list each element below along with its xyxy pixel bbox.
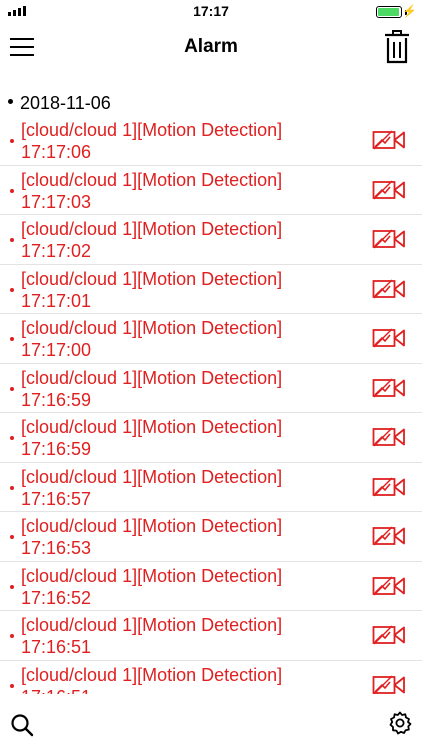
alarm-text: [cloud/cloud 1][Motion Detection] 17:17:0…: [21, 169, 282, 213]
alarm-bullet: [10, 485, 14, 490]
alarm-time: 17:17:01: [21, 290, 92, 311]
alarm-time: 17:17:06: [21, 142, 92, 162]
alarm-source: [cloud/cloud 1][Motion Detection]: [21, 169, 283, 190]
date-group-header: 2018-11-06: [0, 90, 422, 116]
alarm-text: [cloud/cloud 1][Motion Detection]17:16:5…: [21, 466, 282, 510]
alarm-row[interactable]: [cloud/cloud 1][Motion Detection]17:16:5…: [0, 463, 422, 512]
video-playback-icon[interactable]: [372, 327, 406, 349]
alarm-row[interactable]: [cloud/cloud 1][Motion Detection]17:16:5…: [0, 413, 422, 463]
video-playback-icon[interactable]: [372, 278, 406, 300]
alarm-text: [cloud/cloud 1][Motion Detection]17:16:5…: [21, 664, 282, 695]
status-bar: 17:17 ⚡: [0, 0, 422, 24]
alarm-source: [cloud/cloud 1][Motion Detection]: [21, 318, 283, 338]
alarm-bullet: [10, 386, 14, 391]
alarm-source: [cloud/cloud 1][Motion Detection]: [21, 367, 283, 388]
alarm-text: [cloud/cloud 1][Motion Detection] 17:17:0…: [21, 317, 282, 361]
alarm-text: [cloud/cloud 1][Motion Detection]17:16:5…: [21, 515, 282, 559]
alarm-source: [cloud/cloud 1][Motion Detection]: [21, 664, 283, 685]
alarm-text: [cloud/cloud 1][Motion Detection] 17:17:0…: [21, 218, 282, 262]
alarm-text: [cloud/cloud 1][Motion Detection]17:16:5…: [21, 416, 282, 460]
alarm-time: 17:17:00: [21, 340, 92, 360]
alarm-time: 17:17:02: [21, 241, 92, 261]
search-icon[interactable]: [10, 713, 34, 737]
alarm-bullet: [10, 287, 14, 292]
alarm-bullet: [10, 535, 14, 539]
battery-icon: [376, 6, 402, 18]
alarm-time: 17:16:59: [21, 389, 92, 410]
charging-icon: ⚡: [402, 4, 417, 18]
alarm-time: 17:16:53: [21, 538, 92, 558]
alarm-time: 17:16:57: [21, 488, 92, 509]
alarm-bullet: [10, 238, 14, 242]
video-playback-icon[interactable]: [372, 674, 406, 695]
date-label: 2018-11-06: [20, 93, 111, 113]
alarm-bullet: [10, 436, 14, 440]
alarm-source: [cloud/cloud 1][Motion Detection]: [21, 120, 283, 140]
alarm-bullet: [10, 188, 14, 193]
date-bullet: [8, 99, 13, 104]
alarm-source: [cloud/cloud 1][Motion Detection]: [21, 417, 283, 437]
alarm-list[interactable]: 2018-11-06 [cloud/cloud 1][Motion Detect…: [0, 90, 422, 694]
video-playback-icon[interactable]: [372, 575, 406, 597]
alarm-source: [cloud/cloud 1][Motion Detection]: [21, 565, 283, 586]
video-playback-icon[interactable]: [372, 476, 406, 498]
alarm-source: [cloud/cloud 1][Motion Detection]: [21, 516, 283, 536]
alarm-time: 17:16:51: [21, 637, 92, 657]
alarm-time: 17:17:03: [21, 191, 92, 212]
alarm-time: 17:16:52: [21, 587, 92, 608]
alarm-text: [cloud/cloud 1][Motion Detection]17:16:5…: [21, 565, 282, 609]
alarm-text: [cloud/cloud 1][Motion Detection]17:16:5…: [21, 614, 282, 658]
alarm-bullet: [10, 584, 14, 589]
alarm-row[interactable]: [cloud/cloud 1][Motion Detection] 17:17:0…: [0, 116, 422, 166]
alarm-source: [cloud/cloud 1][Motion Detection]: [21, 219, 283, 239]
alarm-bullet: [10, 634, 14, 638]
alarm-text: [cloud/cloud 1][Motion Detection] 17:17:0…: [21, 268, 282, 312]
alarm-text: [cloud/cloud 1][Motion Detection] 17:17:0…: [21, 119, 282, 163]
alarm-text: [cloud/cloud 1][Motion Detection]17:16:5…: [21, 367, 282, 411]
alarm-row[interactable]: [cloud/cloud 1][Motion Detection] 17:17:0…: [0, 166, 422, 215]
alarm-row[interactable]: [cloud/cloud 1][Motion Detection]17:16:5…: [0, 562, 422, 611]
alarm-bullet: [10, 683, 14, 688]
status-time: 17:17: [193, 3, 229, 19]
alarm-row[interactable]: [cloud/cloud 1][Motion Detection]17:16:5…: [0, 661, 422, 695]
navigation-bar: Alarm: [0, 24, 422, 70]
alarm-source: [cloud/cloud 1][Motion Detection]: [21, 268, 283, 289]
page-title: Alarm: [184, 36, 238, 57]
video-playback-icon[interactable]: [372, 179, 406, 201]
alarm-bullet: [10, 337, 14, 341]
trash-icon[interactable]: [384, 30, 410, 64]
alarm-row[interactable]: [cloud/cloud 1][Motion Detection] 17:17:0…: [0, 314, 422, 364]
gear-icon[interactable]: [388, 711, 412, 735]
alarm-time: 17:16:59: [21, 439, 92, 459]
video-playback-icon[interactable]: [372, 624, 406, 646]
video-playback-icon[interactable]: [372, 377, 406, 399]
alarm-row[interactable]: [cloud/cloud 1][Motion Detection]17:16:5…: [0, 364, 422, 413]
alarm-time: 17:16:51: [21, 686, 282, 695]
video-playback-icon[interactable]: [372, 228, 406, 250]
alarm-row[interactable]: [cloud/cloud 1][Motion Detection]17:16:5…: [0, 611, 422, 661]
bottom-toolbar: [0, 698, 422, 750]
video-playback-icon[interactable]: [372, 525, 406, 547]
alarm-row[interactable]: [cloud/cloud 1][Motion Detection] 17:17:0…: [0, 215, 422, 265]
alarm-bullet: [10, 139, 14, 143]
alarm-row[interactable]: [cloud/cloud 1][Motion Detection] 17:17:0…: [0, 265, 422, 314]
video-playback-icon[interactable]: [372, 129, 406, 151]
video-playback-icon[interactable]: [372, 426, 406, 448]
alarm-source: [cloud/cloud 1][Motion Detection]: [21, 615, 283, 635]
alarm-source: [cloud/cloud 1][Motion Detection]: [21, 466, 283, 487]
alarm-row[interactable]: [cloud/cloud 1][Motion Detection]17:16:5…: [0, 512, 422, 562]
